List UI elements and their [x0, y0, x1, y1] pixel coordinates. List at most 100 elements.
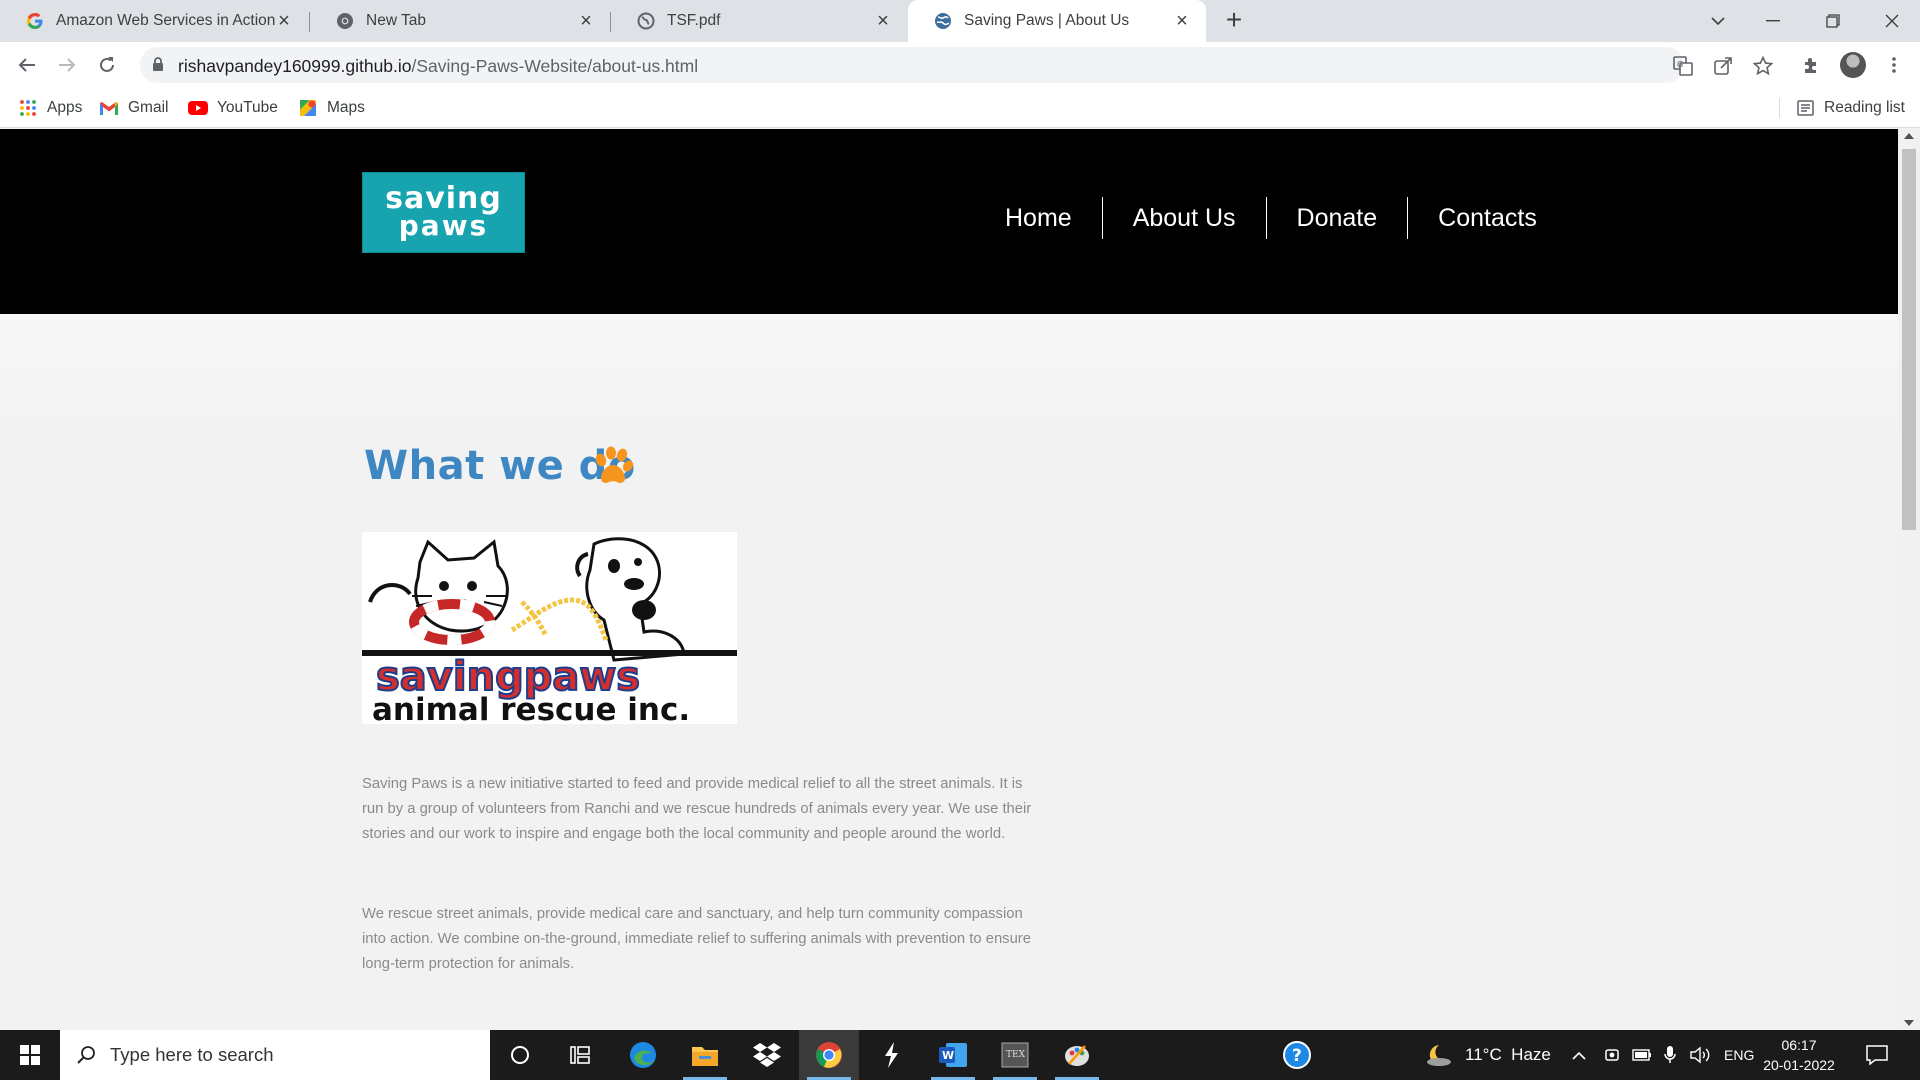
rescue-logo-image: savingpaws animal rescue inc. [362, 532, 737, 728]
tab-new-tab[interactable]: New Tab × [310, 0, 610, 42]
url-path: /Saving-Paws-Website/about-us.html [411, 56, 699, 76]
rescue-image-sub-text: animal rescue inc. [372, 692, 690, 724]
maps-icon [298, 98, 318, 118]
notifications-icon[interactable] [1866, 1030, 1888, 1080]
profile-avatar[interactable] [1840, 52, 1866, 78]
restore-icon[interactable] [1818, 6, 1848, 36]
share-icon[interactable] [1712, 55, 1734, 77]
bookmark-star-icon[interactable] [1752, 55, 1774, 77]
tab-title: New Tab [366, 12, 427, 29]
close-tab-icon[interactable]: × [873, 11, 893, 31]
reading-list-label: Reading list [1824, 99, 1905, 116]
moon-cloud-icon [1425, 1043, 1455, 1067]
cortana-icon[interactable] [490, 1030, 550, 1080]
tab-title: TSF.pdf [667, 12, 721, 29]
dropbox-icon[interactable] [737, 1030, 797, 1080]
close-tab-icon[interactable]: × [1172, 11, 1192, 31]
globe-icon [637, 12, 655, 30]
weather-text: 11°C Haze [1465, 1045, 1551, 1064]
bookmark-gmail[interactable]: Gmail [99, 97, 168, 119]
close-tab-icon[interactable]: × [576, 11, 596, 31]
volume-icon[interactable] [1690, 1030, 1712, 1080]
site-logo[interactable]: saving paws [362, 172, 525, 253]
minimize-icon[interactable] [1758, 6, 1788, 36]
bookmark-apps[interactable]: Apps [18, 97, 82, 119]
svg-text:G: G [1677, 60, 1683, 69]
scroll-down-arrow-icon[interactable] [1904, 1020, 1914, 1026]
google-icon [26, 12, 44, 30]
svg-text:?: ? [1292, 1046, 1302, 1066]
bookmark-label: Gmail [128, 99, 169, 116]
taskbar-search-box[interactable]: Type here to search [60, 1030, 490, 1080]
forward-icon[interactable] [52, 50, 82, 80]
scrollbar-thumb[interactable] [1902, 149, 1916, 530]
paw-print-icon [591, 445, 634, 492]
clock-date: 20-01-2022 [1763, 1057, 1835, 1073]
gmail-icon [99, 98, 119, 118]
tab-tsf-pdf[interactable]: TSF.pdf × [611, 0, 907, 42]
bookmarks-divider [1779, 98, 1780, 118]
extensions-icon[interactable] [1800, 53, 1824, 77]
tab-amazon-web-services[interactable]: Amazon Web Services in Action - × [0, 0, 308, 42]
input-language[interactable]: ENG [1724, 1030, 1754, 1080]
app-lightning-icon[interactable] [861, 1030, 921, 1080]
site-header: saving paws Home About Us Donate Contact… [0, 129, 1898, 314]
weather-widget[interactable]: 11°C Haze [1425, 1030, 1551, 1080]
back-icon[interactable] [12, 50, 42, 80]
more-menu-icon[interactable] [1882, 53, 1906, 77]
nav-contacts[interactable]: Contacts [1407, 197, 1567, 239]
bookmark-label: YouTube [217, 99, 278, 116]
word-icon[interactable]: W [923, 1030, 983, 1080]
help-icon[interactable]: ? [1267, 1030, 1327, 1080]
bookmark-label: Apps [47, 99, 83, 116]
svg-text:W: W [942, 1049, 954, 1062]
texmaker-icon[interactable]: TEX [985, 1030, 1045, 1080]
microphone-icon[interactable] [1664, 1030, 1676, 1080]
bookmark-maps[interactable]: Maps [298, 97, 365, 119]
search-icon [76, 1045, 96, 1065]
logo-text-line2: paws [398, 209, 489, 243]
nav-about-us[interactable]: About Us [1101, 197, 1266, 239]
tab-saving-paws-about-us[interactable]: Saving Paws | About Us × [908, 0, 1206, 42]
edge-browser-icon[interactable] [613, 1030, 673, 1080]
task-view-icon[interactable] [550, 1030, 610, 1080]
tab-title: Amazon Web Services in Action - [56, 12, 276, 29]
close-window-icon[interactable] [1877, 6, 1907, 36]
lock-icon[interactable] [152, 57, 164, 77]
taskbar-search-placeholder: Type here to search [110, 1044, 274, 1065]
url-text[interactable]: rishavpandey160999.github.io/Saving-Paws… [178, 56, 698, 77]
scroll-up-arrow-icon[interactable] [1904, 133, 1914, 139]
chrome-taskbar-icon[interactable] [799, 1030, 859, 1080]
file-explorer-icon[interactable] [675, 1030, 735, 1080]
browser-toolbar: rishavpandey160999.github.io/Saving-Paws… [0, 42, 1920, 88]
reading-list-button[interactable]: Reading list [1795, 97, 1905, 119]
site-globe-icon [934, 12, 952, 30]
new-tab-button[interactable]: + [1220, 6, 1248, 35]
tab-search-chevron-icon[interactable] [1703, 6, 1733, 36]
bookmarks-bar: Apps Gmail YouTube Maps Reading list [0, 88, 1920, 128]
page-scrollbar[interactable] [1898, 129, 1920, 1030]
url-host: rishavpandey160999.github.io [178, 56, 412, 76]
battery-icon[interactable] [1632, 1030, 1652, 1080]
translate-icon[interactable]: G [1672, 55, 1694, 77]
tab-title: Saving Paws | About Us [964, 12, 1130, 29]
svg-text:TEX: TEX [1006, 1050, 1026, 1060]
about-paragraph-1: Saving Paws is a new initiative started … [362, 776, 1032, 842]
bookmark-youtube[interactable]: YouTube [188, 97, 278, 119]
youtube-icon [188, 98, 208, 118]
meet-now-icon[interactable] [1604, 1030, 1620, 1080]
tab-strip: Amazon Web Services in Action - × New Ta… [0, 0, 1920, 42]
show-hidden-icons-chevron-icon[interactable] [1572, 1030, 1586, 1080]
about-paragraph-2: We rescue street animals, provide medica… [362, 906, 1031, 972]
bookmark-label: Maps [327, 99, 365, 116]
system-clock[interactable]: 06:17 20-01-2022 [1763, 1035, 1835, 1075]
nav-home[interactable]: Home [975, 197, 1102, 239]
close-tab-icon[interactable]: × [274, 11, 294, 31]
windows-start-icon[interactable] [0, 1030, 60, 1080]
apps-grid-icon [18, 98, 38, 118]
windows-taskbar: Type here to search W TEX ? 11°C Haze EN… [0, 1030, 1920, 1080]
address-bar[interactable]: rishavpandey160999.github.io/Saving-Paws… [140, 47, 1773, 83]
reload-icon[interactable] [92, 50, 122, 80]
paint-icon[interactable] [1047, 1030, 1107, 1080]
nav-donate[interactable]: Donate [1265, 197, 1408, 239]
